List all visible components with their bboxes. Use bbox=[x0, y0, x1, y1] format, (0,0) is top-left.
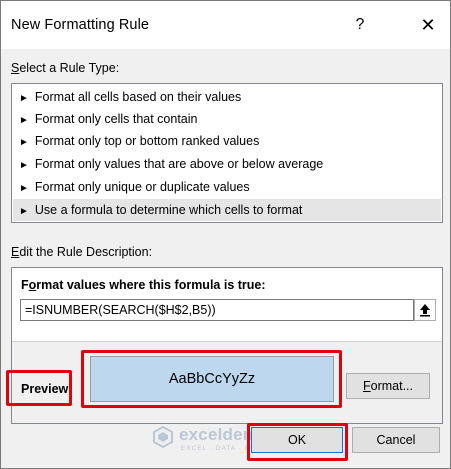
rule-type-item[interactable]: ► Format only values that are above or be… bbox=[13, 153, 441, 175]
dialog-title: New Formatting Rule bbox=[11, 17, 150, 33]
arrow-right-icon: ► bbox=[19, 137, 29, 148]
highlight-box bbox=[6, 370, 72, 406]
rule-type-item-selected[interactable]: ► Use a formula to determine which cells … bbox=[13, 199, 441, 221]
rule-description-panel: Format values where this formula is true… bbox=[6, 267, 443, 424]
title-bar: New Formatting Rule ? ✕ bbox=[1, 1, 450, 49]
rule-description-heading: Edit the Rule Description: bbox=[11, 245, 153, 259]
arrow-right-icon: ► bbox=[19, 206, 29, 217]
rule-type-heading: Select a Rule Type: bbox=[11, 61, 120, 75]
logo-icon bbox=[153, 425, 173, 449]
arrow-right-icon: ► bbox=[19, 183, 29, 194]
new-formatting-rule-dialog: New Formatting Rule ? ✕ Select a Rule Ty… bbox=[0, 0, 451, 469]
rule-type-list: ► Format all cells based on their values … bbox=[11, 83, 443, 223]
watermark-tagline: EXCEL · DATA · BI bbox=[181, 445, 253, 452]
arrow-right-icon: ► bbox=[19, 160, 29, 171]
rule-type-item[interactable]: ► Format all cells based on their values bbox=[13, 86, 441, 108]
rule-type-item[interactable]: ► Format only top or bottom ranked values bbox=[13, 130, 441, 152]
cancel-button[interactable]: Cancel bbox=[352, 427, 440, 453]
collapse-dialog-button[interactable] bbox=[414, 299, 436, 321]
close-button[interactable]: ✕ bbox=[415, 13, 441, 37]
formula-area: Format values where this formula is true… bbox=[12, 268, 442, 342]
collapse-arrow-icon bbox=[420, 304, 430, 317]
highlight-box bbox=[247, 423, 348, 461]
format-button[interactable]: Format... bbox=[346, 373, 430, 399]
formula-input[interactable]: =ISNUMBER(SEARCH($H$2,B5)) bbox=[20, 299, 414, 321]
help-button[interactable]: ? bbox=[347, 13, 373, 37]
highlight-box bbox=[81, 350, 342, 408]
rule-type-item[interactable]: ► Format only cells that contain bbox=[13, 108, 441, 130]
arrow-right-icon: ► bbox=[19, 93, 29, 104]
formula-label: Format values where this formula is true… bbox=[21, 278, 266, 292]
rule-type-item[interactable]: ► Format only unique or duplicate values bbox=[13, 176, 441, 198]
arrow-right-icon: ► bbox=[19, 115, 29, 126]
